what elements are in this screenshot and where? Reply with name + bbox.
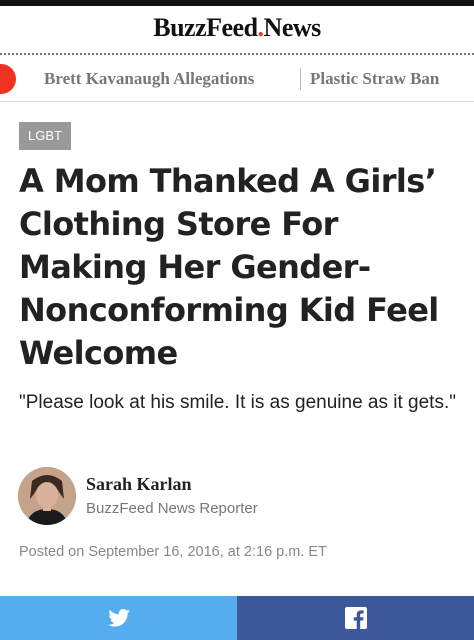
nav-item-plastic-straw[interactable]: Plastic Straw Ban bbox=[310, 68, 439, 90]
facebook-share-button[interactable] bbox=[237, 596, 474, 640]
logo-news: News bbox=[263, 13, 322, 42]
twitter-share-button[interactable] bbox=[0, 596, 237, 640]
facebook-icon bbox=[344, 607, 367, 629]
category-tag[interactable]: LGBT bbox=[19, 122, 71, 150]
logo-buzzfeed: BuzzFeed bbox=[153, 13, 258, 42]
author-name[interactable]: Sarah Karlan bbox=[86, 474, 192, 495]
post-timestamp: Posted on September 16, 2016, at 2:16 p.… bbox=[19, 544, 327, 560]
article-title: A Mom Thanked A Girls’ Clothing Store Fo… bbox=[19, 162, 439, 372]
avatar[interactable] bbox=[18, 467, 76, 525]
header-divider bbox=[0, 53, 474, 55]
twitter-icon bbox=[107, 609, 130, 627]
nav-separator bbox=[300, 68, 301, 90]
author-role: BuzzFeed News Reporter bbox=[86, 500, 258, 517]
header: BuzzFeed.News bbox=[0, 6, 474, 52]
nav-item-kavanaugh[interactable]: Brett Kavanaugh Allegations bbox=[44, 68, 254, 90]
trending-nav: Brett Kavanaugh Allegations Plastic Stra… bbox=[0, 60, 474, 100]
trending-badge[interactable] bbox=[0, 64, 16, 94]
buzzfeed-news-logo[interactable]: BuzzFeed.News bbox=[153, 13, 321, 43]
nav-divider bbox=[0, 101, 474, 102]
article-dek: "Please look at his smile. It is as genu… bbox=[19, 392, 456, 413]
